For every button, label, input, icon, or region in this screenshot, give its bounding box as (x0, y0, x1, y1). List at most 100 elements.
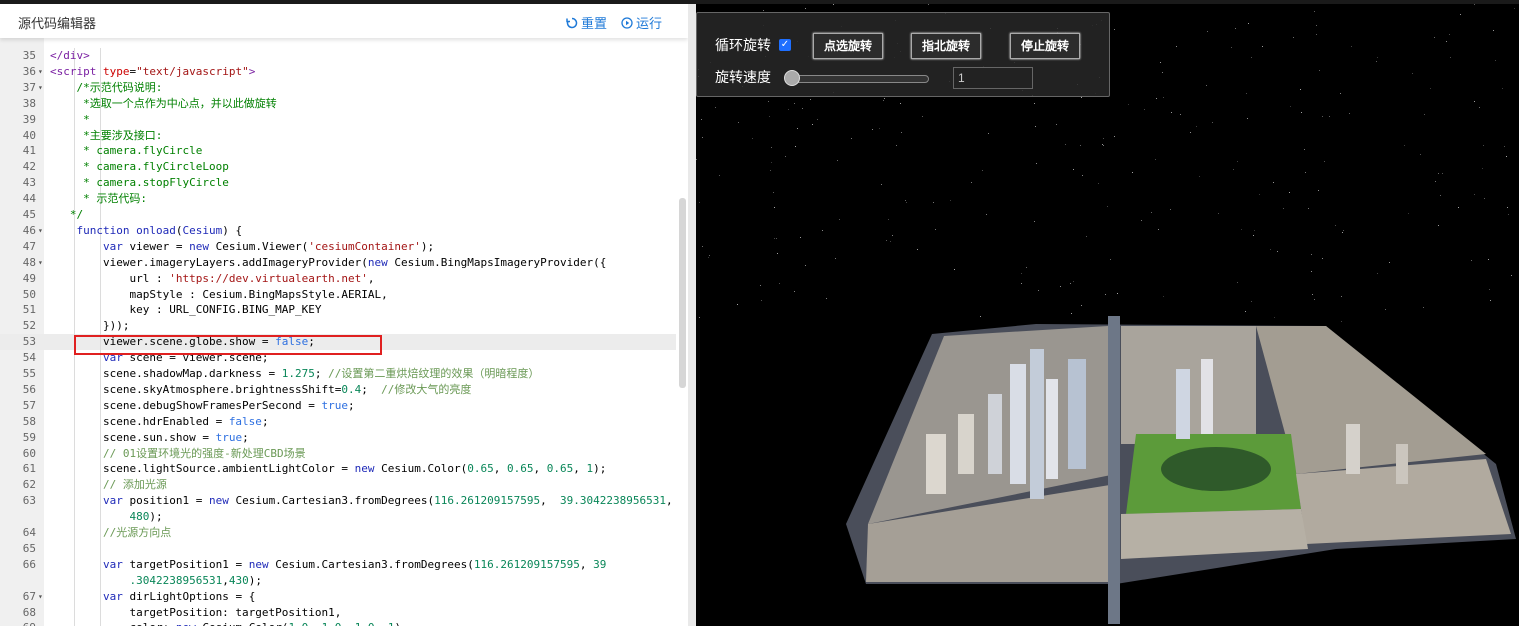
code-line[interactable]: 51 key : URL_CONFIG.BING_MAP_KEY (0, 302, 676, 319)
loop-rotation-checkbox[interactable]: ✓ (779, 39, 791, 51)
code-line[interactable]: 63 var position1 = new Cesium.Cartesian3… (0, 493, 676, 510)
code-line[interactable]: 62 // 添加光源 (0, 477, 676, 494)
star (1098, 183, 1099, 184)
code-line[interactable]: 44 * 示范代码: (0, 191, 676, 208)
star (1314, 299, 1315, 300)
reset-icon (566, 17, 578, 28)
code-line[interactable]: 52 })); (0, 318, 676, 335)
line-number: 57 (22, 398, 36, 412)
code-line[interactable]: 45 */ (0, 207, 676, 223)
code-text: 480); (129, 510, 163, 524)
code-line[interactable]: 68 targetPosition: targetPosition1, (0, 604, 676, 621)
star (1218, 213, 1219, 214)
star (971, 182, 972, 183)
star (699, 202, 700, 203)
code-line[interactable]: 66 var targetPosition1 = new Cesium.Cart… (0, 556, 676, 573)
star (892, 235, 893, 236)
code-editor-panel: 源代码编辑器 重置 运行 35 </div> 36 ▾ <script type="te… (0, 4, 688, 626)
code-line[interactable]: 46 ▾ function onload(Cesium) { (0, 222, 676, 239)
line-number: 67 (22, 589, 36, 603)
run-button[interactable]: 运行 (621, 13, 662, 32)
rotation-speed-input[interactable]: 1 (953, 67, 1033, 89)
code-text: *主要涉及接口: (83, 128, 163, 142)
code-line[interactable]: 42 * camera.flyCircleLoop (0, 159, 676, 176)
line-number: 68 (22, 605, 36, 619)
code-line[interactable]: 58 scene.hdrEnabled = false; (0, 413, 676, 430)
star (1493, 30, 1494, 31)
star (1231, 47, 1232, 48)
code-line[interactable]: 36 ▾ <script type="text/javascript"> (0, 63, 676, 80)
star (1144, 109, 1145, 110)
north-rotate-button[interactable]: 指北旋转 (911, 33, 982, 59)
star (1479, 107, 1480, 108)
code-line[interactable]: 47 var viewer = new Cesium.Viewer('cesiu… (0, 238, 676, 255)
line-number: 61 (22, 462, 36, 476)
indent-guide (100, 111, 101, 128)
star (1171, 112, 1172, 113)
star (1114, 136, 1115, 137)
star (1021, 273, 1022, 274)
line-number: 58 (22, 414, 36, 428)
star (982, 170, 983, 171)
star (802, 108, 803, 109)
panel-divider[interactable] (688, 4, 696, 626)
line-number: 40 (22, 128, 36, 142)
code-line[interactable]: 38 *选取一个点作为中心点，并以此做旋转 (0, 95, 676, 112)
code-line[interactable]: .3042238956531,430); (0, 572, 676, 589)
star (1458, 207, 1459, 208)
stop-rotate-button[interactable]: 停止旋转 (1010, 33, 1081, 59)
star (884, 98, 885, 99)
fold-toggle-icon[interactable]: ▾ (38, 80, 43, 96)
rotation-speed-slider[interactable] (789, 75, 929, 83)
star (774, 238, 775, 239)
code-line[interactable]: 67 ▾ var dirLightOptions = { (0, 588, 676, 605)
fold-toggle-icon[interactable]: ▾ (38, 223, 43, 239)
code-line[interactable]: 57 scene.debugShowFramesPerSecond = true… (0, 397, 676, 414)
code-line[interactable]: 60 // 01设置环境光的强度-新处理CBD场景 (0, 445, 676, 462)
pick-rotate-button[interactable]: 点选旋转 (813, 33, 884, 59)
line-number: 59 (22, 430, 36, 444)
code-line[interactable]: 59 scene.sun.show = true; (0, 429, 676, 446)
code-line[interactable]: 49 url : 'https://dev.virtualearth.net', (0, 270, 676, 287)
fold-toggle-icon[interactable]: ▾ (38, 64, 43, 80)
code-line[interactable]: 50 mapStyle : Cesium.BingMapsStyle.AERIA… (0, 286, 676, 303)
code-line[interactable]: 37 ▾ /*示范代码说明: (0, 79, 676, 96)
reset-button[interactable]: 重置 (566, 13, 607, 32)
code-text: scene.hdrEnabled = false; (50, 414, 269, 428)
star (1385, 309, 1386, 310)
star (1199, 176, 1200, 177)
code-line[interactable]: 480); (0, 509, 676, 526)
code-line[interactable]: 43 * camera.stopFlyCircle (0, 175, 676, 192)
star (1114, 29, 1115, 30)
code-line[interactable]: 39 * (0, 111, 676, 128)
rotation-speed-slider-thumb[interactable] (784, 70, 800, 86)
code-line[interactable]: 56 scene.skyAtmosphere.brightnessShift=0… (0, 381, 676, 398)
code-line[interactable]: 64 //光源方向点 (0, 525, 676, 541)
star (1254, 230, 1255, 231)
star (1349, 113, 1350, 114)
star (1283, 208, 1284, 209)
code-area[interactable]: 35 </div> 36 ▾ <script type="text/javascript… (0, 38, 676, 626)
code-text: * 示范代码: (83, 192, 147, 206)
star (1233, 169, 1234, 170)
code-line[interactable]: 69 color: new Cesium.Color(1.0, 1.0, 1.0… (0, 620, 676, 626)
star (1341, 296, 1342, 297)
code-line[interactable]: 35 </div> (0, 48, 676, 64)
star (1086, 236, 1087, 237)
fold-toggle-icon[interactable]: ▾ (38, 255, 43, 271)
fold-toggle-icon[interactable]: ▾ (38, 589, 43, 605)
star (1502, 88, 1503, 89)
star (1474, 194, 1475, 195)
cesium-3d-viewport[interactable]: 循环旋转 ✓ 点选旋转 指北旋转 停止旋转 旋转速度 1 (696, 4, 1519, 626)
star (1156, 98, 1157, 99)
code-line[interactable]: 61 scene.lightSource.ambientLightColor =… (0, 461, 676, 478)
star (1305, 172, 1306, 173)
star (1446, 41, 1447, 42)
code-line[interactable]: 65 (0, 540, 676, 557)
star (1277, 251, 1278, 252)
code-line[interactable]: 55 scene.shadowMap.darkness = 1.275; //设… (0, 366, 676, 382)
code-line[interactable]: 41 * camera.flyCircle (0, 143, 676, 160)
editor-scrollbar[interactable] (679, 198, 686, 388)
code-line[interactable]: 40 *主要涉及接口: (0, 127, 676, 144)
code-line[interactable]: 48 ▾ viewer.imageryLayers.addImageryProvi… (0, 254, 676, 271)
